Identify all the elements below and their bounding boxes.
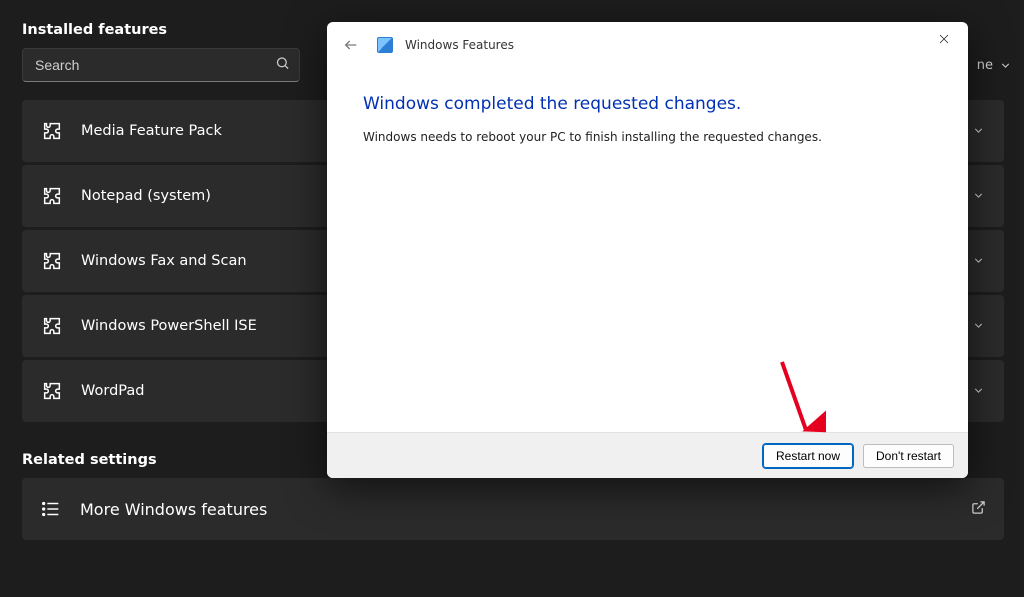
search-row [22, 48, 300, 82]
partial-collapsed-row[interactable]: ne [977, 58, 1012, 73]
search-icon [275, 56, 290, 75]
dialog-body: Windows completed the requested changes.… [327, 68, 968, 144]
chevron-down-icon [999, 59, 1012, 72]
more-windows-features-link[interactable]: More Windows features [22, 478, 1004, 540]
list-icon [40, 498, 62, 520]
dialog-footer: Restart now Don't restart [327, 432, 968, 478]
chevron-down-icon [972, 187, 985, 206]
chevron-down-icon [972, 122, 985, 141]
windows-features-icon [377, 37, 393, 53]
puzzle-icon [41, 250, 63, 272]
restart-now-button[interactable]: Restart now [763, 444, 853, 468]
dont-restart-button[interactable]: Don't restart [863, 444, 954, 468]
chevron-down-icon [972, 382, 985, 401]
chevron-down-icon [972, 252, 985, 271]
link-label: More Windows features [80, 500, 267, 519]
chevron-down-icon [972, 317, 985, 336]
puzzle-icon [41, 185, 63, 207]
puzzle-icon [41, 315, 63, 337]
puzzle-icon [41, 380, 63, 402]
dialog-headline: Windows completed the requested changes. [363, 94, 932, 114]
dialog-header: Windows Features [327, 22, 968, 68]
windows-features-dialog: Windows Features Windows completed the r… [327, 22, 968, 478]
search-input[interactable] [22, 48, 300, 82]
dialog-body-text: Windows needs to reboot your PC to finis… [363, 130, 932, 144]
dialog-title: Windows Features [405, 38, 514, 52]
close-button[interactable] [922, 24, 966, 54]
external-link-icon [971, 500, 986, 519]
back-button[interactable] [337, 31, 365, 59]
partial-label: ne [977, 58, 993, 73]
puzzle-icon [41, 120, 63, 142]
